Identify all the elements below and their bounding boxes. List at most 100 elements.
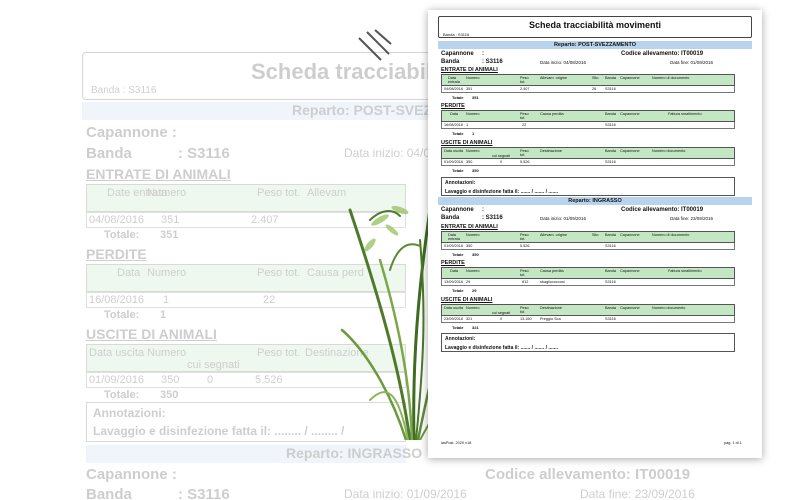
entrate-row-2: 01/09/2016 350 5.526 S3116 bbox=[441, 243, 735, 250]
bg-banda-value: : S3116 bbox=[178, 145, 230, 162]
bg-entrate-total: 351 bbox=[160, 229, 179, 241]
perdite2-c-banda: S3116 bbox=[605, 280, 616, 284]
uscite-h-segnati: cui segnati bbox=[492, 154, 511, 158]
entrate-total-2: 350 bbox=[472, 252, 479, 257]
bg-perdite-c1: 1 bbox=[163, 294, 170, 306]
entrate-total-1: 351 bbox=[472, 95, 479, 100]
uscite-total-label-1: Totale bbox=[452, 168, 464, 173]
entrate2-h-peso: Peso tot. bbox=[520, 233, 529, 242]
bg-uscite-c0: 01/09/2016 bbox=[89, 374, 145, 386]
perdite-h-fattura: Fattura smaltimento bbox=[668, 112, 702, 116]
banda-label-1: Banda bbox=[441, 59, 460, 65]
uscite-total-label-2: Totale bbox=[452, 325, 464, 330]
entrate2-h-allevam: Allevam. origine bbox=[540, 233, 568, 237]
entrate-header-1: Data entrata Numero Peso tot. Allevam. o… bbox=[441, 74, 735, 86]
entrate-h-documento: Numero di documento bbox=[652, 76, 690, 80]
entrate-row-1: 04/08/2016 351 2.407 26 S3116 bbox=[441, 86, 735, 93]
annotazioni-box-2: Annotazioni: Lavaggio e disinfezione fat… bbox=[441, 333, 735, 352]
entrate-h-numero: Numero bbox=[466, 76, 480, 80]
bg-banda-header: Banda : S3116 bbox=[91, 85, 157, 96]
capannone-colon-1: : bbox=[482, 51, 484, 57]
lavaggio-text-2: Lavaggio e disinfezione fatta il: ......… bbox=[445, 345, 559, 351]
bg-entrate-total-label: Totale: bbox=[104, 229, 140, 241]
uscite2-c-segnati: 0 bbox=[500, 317, 503, 321]
uscite2-h-destinazione: Destinazione bbox=[540, 306, 562, 310]
entrate2-c-peso: 5.526 bbox=[520, 244, 530, 248]
document-page: Scheda tracciabilità movimenti Banda : S… bbox=[428, 10, 762, 458]
entrate2-c-banda: S3116 bbox=[605, 244, 616, 248]
bg-codice2: Codice allevamento: IT00019 bbox=[485, 466, 691, 483]
reparto-bar-1: Reparto: POST-SVEZZAMENTO bbox=[438, 41, 752, 49]
uscite-header-1: Data uscita Numero cui segnati Peso tot.… bbox=[441, 147, 735, 159]
perdite2-c-numero: 29 bbox=[466, 280, 471, 284]
perdite2-h-capannone: Capannone bbox=[620, 269, 640, 273]
perdite2-h-data: Data bbox=[450, 269, 459, 273]
perdite-c-peso: 22 bbox=[522, 123, 527, 127]
entrate-c-sito: 26 bbox=[592, 87, 597, 91]
bg-reparto2-bar: Reparto: INGRASSO bbox=[86, 445, 422, 463]
perdite-h-capannone: Capannone bbox=[620, 112, 640, 116]
entrate-c-numero: 351 bbox=[466, 87, 473, 91]
bg-perdite-c0: 16/08/2016 bbox=[89, 294, 145, 306]
uscite-row-2: 23/09/2016 321 0 13.160 Preggio Sca S311… bbox=[441, 316, 735, 323]
uscite2-h-segnati: cui segnati bbox=[492, 311, 511, 315]
entrate-total-label-1: Totale bbox=[452, 95, 464, 100]
bg-uscite-h0: Data uscita bbox=[89, 347, 145, 359]
uscite-h-documento: Numero documento bbox=[652, 149, 686, 153]
banda-value-2: : S3116 bbox=[482, 215, 503, 221]
entrate2-h-sito: Sito bbox=[592, 233, 599, 237]
doc-title: Scheda tracciabilità movimenti bbox=[528, 20, 662, 30]
perdite-total-label-2: Totale bbox=[452, 288, 464, 293]
capannone-colon-2: : bbox=[482, 207, 484, 213]
entrate-title-1: ENTRATE DI ANIMALI bbox=[441, 67, 498, 73]
uscite-h-banda: Banda bbox=[605, 149, 616, 153]
banda-label-2: Banda bbox=[441, 215, 460, 221]
uscite-h-capannone: Capannone bbox=[620, 149, 640, 153]
perdite-h-data: Data bbox=[450, 112, 459, 116]
perdite-c-numero: 1 bbox=[466, 123, 469, 127]
uscite-title-1: USCITE DI ANIMALI bbox=[441, 140, 493, 146]
entrate-c-peso: 2.407 bbox=[520, 87, 530, 91]
footer-page: pag. 1 di 1 bbox=[724, 441, 742, 445]
uscite2-h-capannone: Capannone bbox=[620, 306, 640, 310]
bg-perdite-c2: 22 bbox=[263, 294, 276, 306]
bg-uscite-h1: Numero bbox=[147, 347, 187, 359]
perdite-title-1: PERDITE bbox=[441, 103, 465, 109]
data-inizio-1: Data inizio: 04/08/2016 bbox=[540, 60, 587, 65]
annotazioni-label-1: Annotazioni: bbox=[445, 180, 476, 186]
uscite2-c-peso: 13.160 bbox=[520, 317, 532, 321]
bg-uscite-total-label: Totale: bbox=[104, 389, 140, 401]
perdite-c-data: 16/08/2016 bbox=[444, 123, 464, 127]
bg-lavaggio-text: Lavaggio e disinfezione fatta il: ......… bbox=[93, 424, 345, 438]
entrate-h-capannone: Capannone bbox=[620, 76, 640, 80]
perdite2-h-banda: Banda bbox=[605, 269, 616, 273]
perdite-h-banda: Banda bbox=[605, 112, 616, 116]
bg-perdite-title: PERDITE bbox=[86, 246, 147, 262]
entrate-h-banda: Banda bbox=[605, 76, 616, 80]
annotazioni-label-2: Annotazioni: bbox=[445, 336, 476, 342]
uscite2-h-numero: Numero bbox=[466, 306, 480, 310]
bg-banda2-value: : S3116 bbox=[178, 486, 230, 500]
bg-reparto-label: Reparto: POST-SVEZ bbox=[292, 102, 433, 118]
bg-perdite-h0: Data bbox=[117, 267, 141, 279]
bg-banda: Banda bbox=[86, 145, 132, 162]
doc-header-box: Scheda tracciabilità movimenti Banda : S… bbox=[438, 16, 752, 38]
lavaggio-text-1: Lavaggio e disinfezione fatta il: ......… bbox=[445, 189, 559, 195]
perdite2-h-causa: Causa perdita bbox=[540, 269, 564, 273]
uscite2-h-banda: Banda bbox=[605, 306, 616, 310]
perdite-header-1: Data Numero Peso tot. Causa perdita Band… bbox=[441, 110, 735, 122]
bg-reparto2-label: Reparto: INGRASSO bbox=[286, 445, 423, 461]
bg-entrate-c1: 351 bbox=[161, 214, 180, 226]
uscite-header-2: Data uscita Numero cui segnati Peso tot.… bbox=[441, 304, 735, 316]
uscite2-c-banda: S3116 bbox=[605, 317, 616, 321]
perdite2-c-peso: 812 bbox=[522, 280, 529, 284]
uscite2-h-peso: Peso tot. bbox=[520, 306, 529, 315]
doc-banda-header: Banda : S3116 bbox=[443, 32, 470, 37]
entrate-c-data: 04/08/2016 bbox=[444, 87, 464, 91]
uscite-c-segnati: 0 bbox=[500, 160, 503, 164]
perdite2-h-peso: Peso tot. bbox=[520, 269, 529, 278]
uscite2-c-numero: 321 bbox=[466, 317, 473, 321]
bg-entrate-c2: 2.407 bbox=[251, 214, 279, 226]
bg-uscite-c1: 350 bbox=[161, 374, 180, 386]
bg-perdite-h2: Peso tot. bbox=[257, 267, 301, 279]
